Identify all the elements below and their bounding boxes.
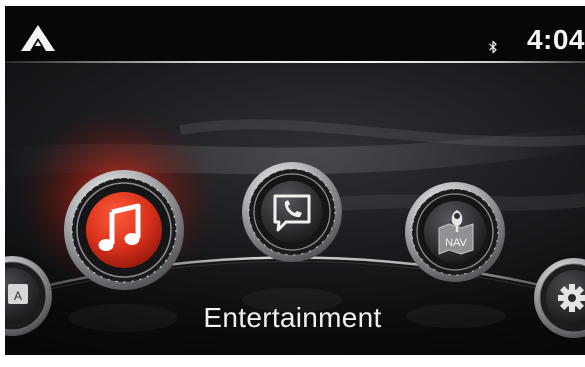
screen-bezel-left [0, 0, 5, 367]
screen-bezel-top [0, 0, 585, 6]
menu-item-entertainment[interactable] [60, 166, 188, 294]
svg-text:A: A [14, 289, 22, 303]
infotainment-screen: 4:04 A NAV Entertainment [0, 0, 585, 367]
menu-item-navigation[interactable]: NAV [403, 180, 507, 284]
clock: 4:04 [526, 24, 585, 55]
status-bar-divider [0, 61, 585, 63]
menu-item-communication[interactable] [240, 160, 344, 264]
selected-item-label: Entertainment [0, 302, 585, 334]
screen-bezel-bottom [0, 355, 585, 367]
applications-icon: A [8, 284, 28, 304]
selected-item-text: Entertainment [203, 302, 382, 333]
bluetooth-icon [489, 40, 497, 54]
svg-text:NAV: NAV [445, 237, 467, 249]
app-launcher-icon[interactable] [20, 24, 56, 52]
